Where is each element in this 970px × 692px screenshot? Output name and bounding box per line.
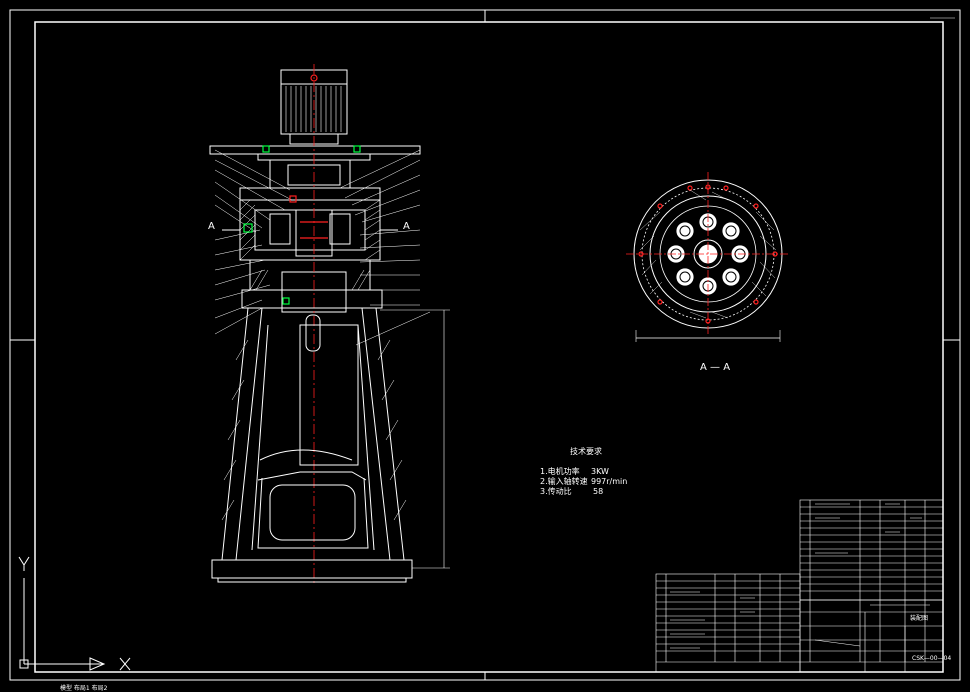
assembly-front-section: [209, 64, 450, 585]
section-marker-right: A: [403, 221, 410, 232]
upper-housing: [239, 187, 381, 201]
title-block-drawing-number: CSK—00—04: [912, 655, 951, 662]
tech-req-item-1-label: 1.电机功率: [540, 466, 580, 476]
stand-base: [211, 307, 413, 583]
tech-req-item-1-value: 3KW: [591, 467, 609, 476]
drawing-frame: [9, 9, 961, 681]
cad-drawing-canvas[interactable]: A A A — A 技术要求 1.电机功率 3KW 2.输入轴转速 997r/m…: [0, 0, 970, 692]
tech-req-heading: 技术要求: [570, 446, 602, 456]
section-view-a-a: [626, 172, 790, 342]
technical-requirements: 技术要求 1.电机功率 3KW 2.输入轴转速 997r/min 3.传动比 5…: [540, 446, 627, 496]
section-view-title: A — A: [700, 362, 730, 373]
title-block-name: 装配图: [910, 614, 928, 622]
motor-flange: [209, 145, 421, 155]
tech-req-item-3-value: 58: [593, 487, 603, 496]
tech-req-item-2-value: 997r/min: [591, 477, 627, 486]
tech-req-item-3-label: 3.传动比: [540, 486, 572, 496]
tech-req-item-2-label: 2.输入轴转速: [540, 476, 588, 486]
parts-list-table: [655, 499, 944, 673]
section-marker-left: A: [208, 221, 215, 232]
layout-tabs-strip[interactable]: 模型 布局1 布局2: [60, 684, 108, 692]
